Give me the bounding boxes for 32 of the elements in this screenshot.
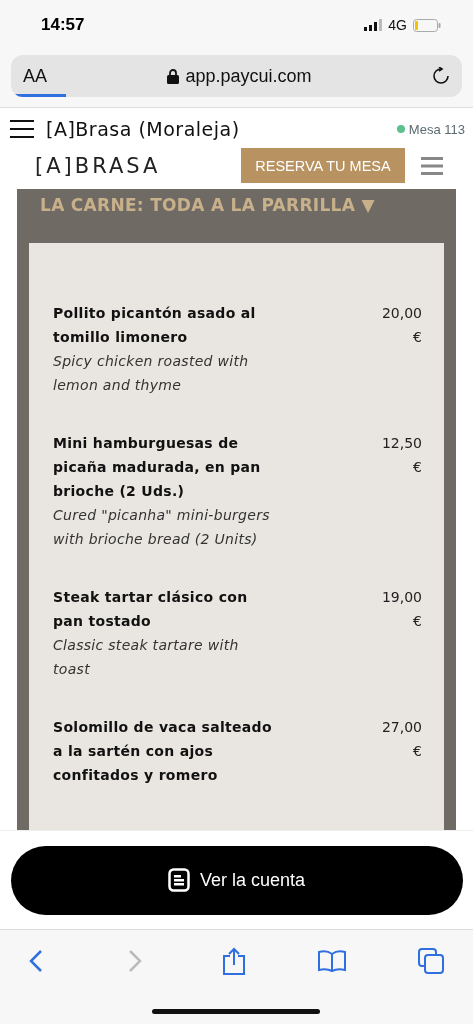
- reload-icon[interactable]: [432, 67, 450, 85]
- book-icon: [318, 950, 347, 972]
- signal-icon: [364, 19, 383, 31]
- table-label: Mesa 113: [408, 121, 465, 137]
- url-text: app.paycui.com: [185, 65, 312, 87]
- status-time: 14:57: [41, 15, 85, 35]
- forward-icon: [127, 949, 142, 973]
- text-size-button[interactable]: AA: [23, 65, 47, 87]
- tabs-icon: [418, 948, 444, 974]
- site-logo[interactable]: [A]BRASA: [35, 153, 241, 178]
- share-icon: [221, 947, 246, 975]
- bill-button[interactable]: Ver la cuenta: [10, 845, 463, 915]
- dish-price: 27,00 €: [380, 718, 422, 761]
- dish-description: Classic steak tartare with toast: [53, 636, 240, 679]
- receipt-icon: [167, 868, 190, 892]
- menu-icon[interactable]: [10, 120, 34, 138]
- back-icon: [29, 949, 43, 973]
- dish-price: 12,50 €: [380, 434, 422, 477]
- dish-name: Mini hamburguesas de picaña madurada, en pan brioche (2 Uds.): [53, 434, 262, 501]
- dish-description: Cured "picanha" mini-burgers with brioche bread (2 Units): [53, 506, 271, 549]
- restaurant-title: [A]Brasa (Moraleja): [46, 118, 241, 140]
- dish-description: Spicy chicken roasted with lemon and thyme: [53, 352, 250, 395]
- dish-name: Pollito picantón asado al tomillo limonero: [53, 304, 257, 347]
- network-label: 4G: [388, 17, 407, 33]
- dish-name: Solomillo de vaca salteado a la sartén con ajos confitados y romero: [53, 718, 273, 785]
- dish-price: 19,00 €: [380, 588, 422, 631]
- tabs-button[interactable]: [417, 946, 445, 976]
- dish-name: Steak tartar clásico con pan tostado: [53, 588, 249, 631]
- dish-price: 20,00 €: [380, 304, 422, 347]
- address-bar[interactable]: AA app.paycui.com: [11, 55, 462, 97]
- lock-icon: [167, 68, 180, 84]
- battery-icon: [413, 18, 441, 32]
